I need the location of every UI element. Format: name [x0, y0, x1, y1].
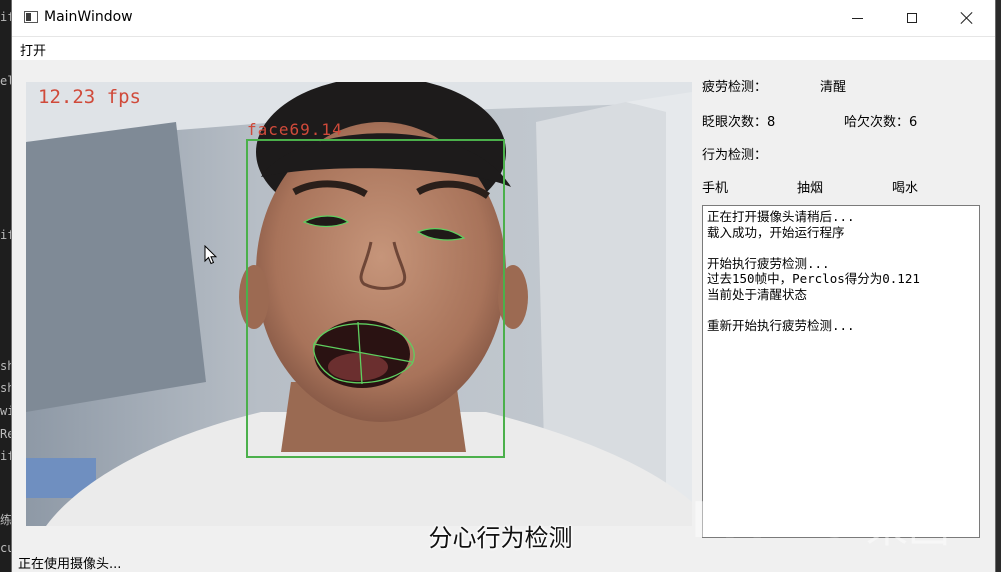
- log-line: 正在打开摄像头请稍后...: [707, 209, 855, 224]
- log-output-textbox[interactable]: 正在打开摄像头请稍后... 载入成功，开始运行程序 开始执行疲劳检测... 过去…: [702, 205, 980, 538]
- maximize-icon: [907, 13, 917, 23]
- menu-bar: 打开: [12, 37, 995, 60]
- face-detection-box: [246, 139, 505, 458]
- video-caption: 分心行为检测: [428, 524, 573, 552]
- log-line: 载入成功，开始运行程序: [707, 224, 845, 240]
- fps-overlay: 12.23 fps: [38, 86, 141, 108]
- camera-video-feed: 12.23 fps face69.14: [26, 82, 692, 526]
- face-confidence-label: face69.14: [247, 120, 343, 139]
- log-line: 重新开始执行疲劳检测...: [707, 317, 855, 333]
- menu-open[interactable]: 打开: [18, 40, 48, 59]
- close-icon: [960, 11, 974, 25]
- log-line: 过去150帧中，Perclos得分为0.121: [707, 271, 920, 286]
- mouse-cursor-icon: [204, 245, 217, 265]
- title-bar[interactable]: MainWindow: [12, 0, 995, 37]
- blink-count: 眨眼次数：8: [702, 115, 776, 130]
- minimize-icon: [851, 17, 863, 19]
- behavior-smoking: 抽烟: [797, 181, 824, 196]
- app-window-icon: [24, 11, 38, 23]
- maximize-button[interactable]: [889, 0, 935, 36]
- fatigue-status-value: 清醒: [820, 80, 847, 95]
- main-window: MainWindow 打开 12.23 fps face69.14 疲劳检测： …: [12, 0, 995, 572]
- fatigue-detection-label: 疲劳检测：: [702, 80, 768, 95]
- yawn-count: 哈欠次数：6: [844, 115, 918, 130]
- close-button[interactable]: [944, 0, 990, 36]
- behavior-phone: 手机: [702, 181, 729, 196]
- log-line: 当前处于清醒状态: [707, 286, 808, 302]
- behavior-drinking: 喝水: [892, 181, 919, 196]
- minimize-button[interactable]: [834, 0, 880, 36]
- window-title: MainWindow: [44, 9, 133, 25]
- status-bar-text: 正在使用摄像头...: [18, 557, 122, 572]
- behavior-detection-label: 行为检测：: [702, 148, 768, 163]
- log-line: 开始执行疲劳检测...: [707, 255, 830, 271]
